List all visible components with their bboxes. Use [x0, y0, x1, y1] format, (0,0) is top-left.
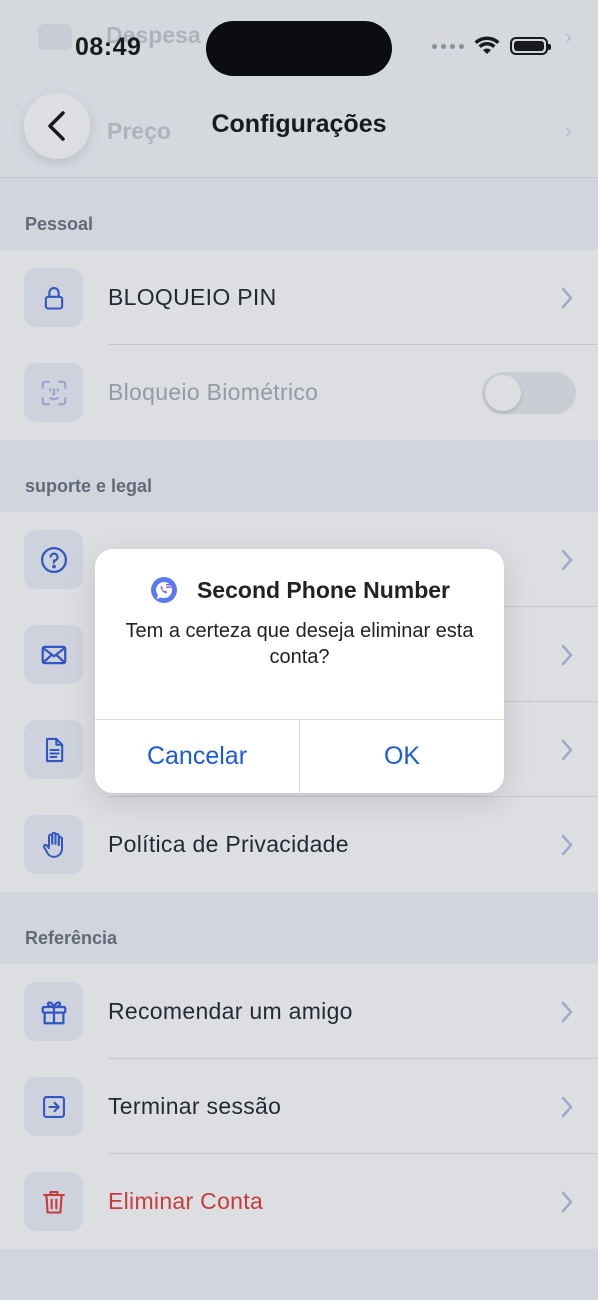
cancel-button[interactable]: Cancelar — [95, 720, 299, 793]
app-logo-icon — [150, 577, 177, 603]
delete-account-dialog: Second Phone Number Tem a certeza que de… — [95, 549, 504, 793]
dialog-message: Tem a certeza que deseja eliminar esta c… — [125, 620, 474, 668]
dialog-buttons: Cancelar OK — [95, 719, 504, 793]
dialog-header: Second Phone Number — [95, 575, 504, 605]
ok-button[interactable]: OK — [299, 720, 504, 793]
dialog-title: Second Phone Number — [196, 576, 451, 603]
